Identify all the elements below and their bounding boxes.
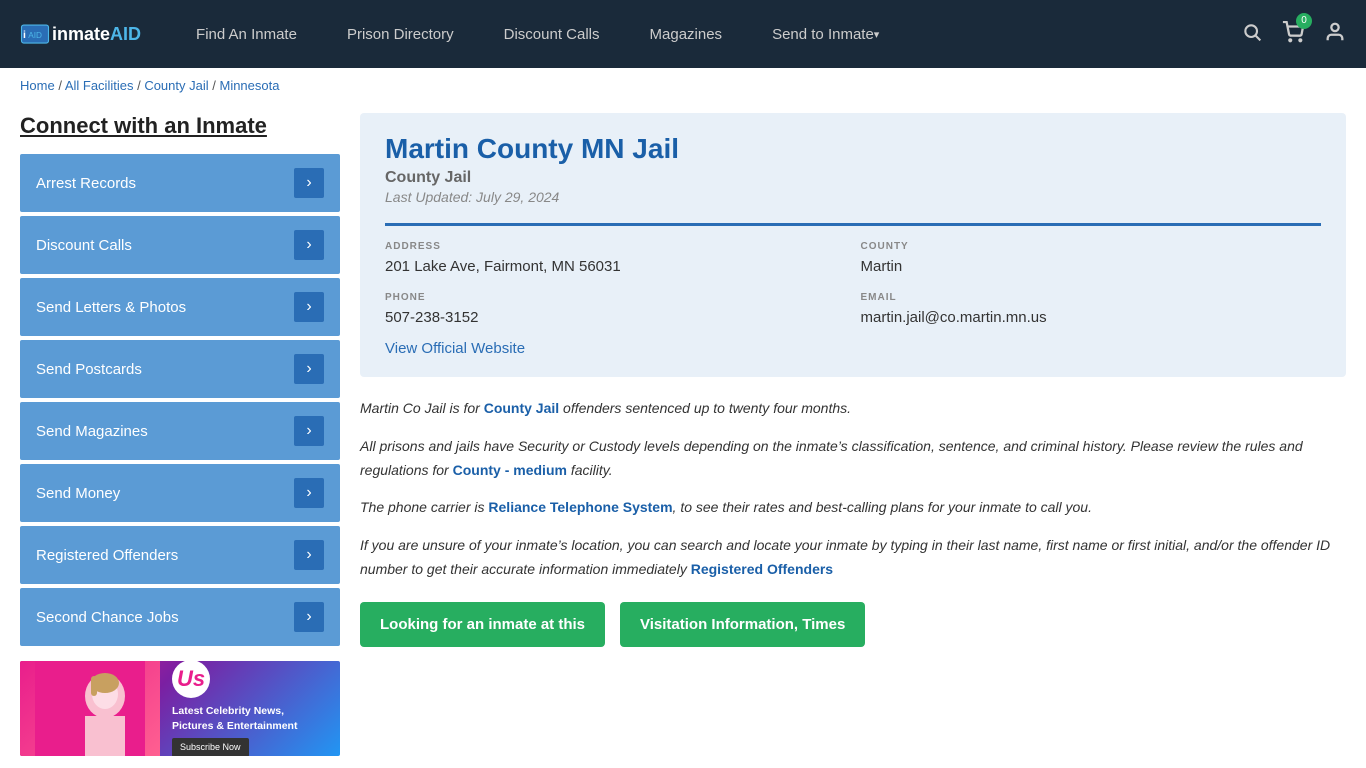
facility-info-grid: ADDRESS 201 Lake Ave, Fairmont, MN 56031… — [385, 223, 1321, 328]
sidebar-item-registered-offenders[interactable]: Registered Offenders › — [20, 526, 340, 584]
breadcrumb-county-jail[interactable]: County Jail — [144, 78, 208, 93]
sidebar-arrest-label: Arrest Records — [36, 175, 136, 192]
county-medium-link[interactable]: County - medium — [453, 462, 567, 478]
desc-p3-after: , to see their rates and best-calling pl… — [673, 499, 1092, 515]
sidebar-item-send-magazines[interactable]: Send Magazines › — [20, 402, 340, 460]
address-value: 201 Lake Ave, Fairmont, MN 56031 — [385, 256, 846, 277]
desc-p3: The phone carrier is Reliance Telephone … — [360, 496, 1346, 520]
desc-p4-text: If you are unsure of your inmate’s locat… — [360, 537, 1330, 577]
sidebar-item-second-chance[interactable]: Second Chance Jobs › — [20, 588, 340, 646]
address-label: ADDRESS — [385, 241, 846, 252]
phone-label: PHONE — [385, 292, 846, 303]
email-value: martin.jail@co.martin.mn.us — [861, 307, 1322, 328]
sidebar-arrow-6: › — [294, 540, 324, 570]
search-icon[interactable] — [1242, 22, 1262, 47]
registered-offenders-link[interactable]: Registered Offenders — [691, 561, 833, 577]
nav-prison-directory[interactable]: Prison Directory — [322, 0, 479, 68]
facility-name: Martin County MN Jail — [385, 133, 1321, 165]
nav-find-inmate[interactable]: Find An Inmate — [171, 0, 322, 68]
sidebar-magazines-label: Send Magazines — [36, 423, 148, 440]
site-header: i AID inmateAID Find An Inmate Prison Di… — [0, 0, 1366, 68]
info-address: ADDRESS 201 Lake Ave, Fairmont, MN 56031 — [385, 241, 846, 277]
desc-p1: Martin Co Jail is for County Jail offend… — [360, 397, 1346, 421]
desc-p4: If you are unsure of your inmate’s locat… — [360, 534, 1346, 582]
phone-value: 507-238-3152 — [385, 307, 846, 328]
visitation-button[interactable]: Visitation Information, Times — [620, 602, 865, 647]
facility-description: Martin Co Jail is for County Jail offend… — [360, 397, 1346, 582]
main-nav: Find An Inmate Prison Directory Discount… — [171, 0, 1242, 68]
sidebar-arrow-3: › — [294, 354, 324, 384]
sidebar-arrow-7: › — [294, 602, 324, 632]
nav-discount-calls[interactable]: Discount Calls — [479, 0, 625, 68]
sidebar-item-arrest-records[interactable]: Arrest Records › — [20, 154, 340, 212]
facility-type: County Jail — [385, 169, 1321, 187]
breadcrumb-minnesota[interactable]: Minnesota — [219, 78, 279, 93]
sidebar-item-discount-calls[interactable]: Discount Calls › — [20, 216, 340, 274]
sidebar-second-chance-label: Second Chance Jobs — [36, 609, 179, 626]
sidebar-menu: Arrest Records › Discount Calls › Send L… — [20, 154, 340, 646]
ad-image — [20, 661, 160, 756]
sidebar-arrow-5: › — [294, 478, 324, 508]
sidebar-arrow-2: › — [294, 292, 324, 322]
facility-card: Martin County MN Jail County Jail Last U… — [360, 113, 1346, 377]
breadcrumb: Home / All Facilities / County Jail / Mi… — [0, 68, 1366, 103]
ad-text-area: Us Latest Celebrity News, Pictures & Ent… — [160, 661, 340, 756]
bottom-buttons: Looking for an inmate at this Visitation… — [360, 602, 1346, 647]
reliance-link[interactable]: Reliance Telephone System — [488, 499, 672, 515]
user-icon[interactable] — [1324, 21, 1346, 48]
content-area: Martin County MN Jail County Jail Last U… — [360, 113, 1346, 756]
site-logo[interactable]: i AID inmateAID — [20, 23, 141, 45]
view-website-link[interactable]: View Official Website — [385, 340, 525, 357]
breadcrumb-all-facilities[interactable]: All Facilities — [65, 78, 134, 93]
logo-inmate-text: inmate — [52, 24, 110, 45]
svg-text:i: i — [23, 29, 26, 41]
cart-badge: 0 — [1296, 13, 1312, 29]
desc-p1-before: Martin Co Jail is for — [360, 400, 484, 416]
sidebar-money-label: Send Money — [36, 485, 120, 502]
header-icons: 0 — [1242, 21, 1346, 48]
email-label: EMAIL — [861, 292, 1322, 303]
logo-aid-text: AID — [110, 24, 141, 45]
county-label: COUNTY — [861, 241, 1322, 252]
sidebar-postcards-label: Send Postcards — [36, 361, 142, 378]
sidebar-letters-label: Send Letters & Photos — [36, 299, 186, 316]
nav-magazines[interactable]: Magazines — [625, 0, 748, 68]
breadcrumb-home[interactable]: Home — [20, 78, 55, 93]
ad-subscribe-btn[interactable]: Subscribe Now — [172, 738, 249, 756]
sidebar-arrow-0: › — [294, 168, 324, 198]
info-phone: PHONE 507-238-3152 — [385, 292, 846, 328]
sidebar-offenders-label: Registered Offenders — [36, 547, 178, 564]
sidebar-discount-label: Discount Calls — [36, 237, 132, 254]
sidebar-item-send-letters[interactable]: Send Letters & Photos › — [20, 278, 340, 336]
ad-banner[interactable]: Us Latest Celebrity News, Pictures & Ent… — [20, 661, 340, 756]
cart-icon[interactable]: 0 — [1282, 21, 1304, 48]
svg-text:AID: AID — [28, 31, 42, 40]
main-content: Connect with an Inmate Arrest Records › … — [0, 103, 1366, 766]
nav-send-to-inmate[interactable]: Send to Inmate — [747, 0, 904, 68]
desc-p2-after: facility. — [567, 462, 613, 478]
ad-us-logo: Us — [172, 661, 210, 698]
sidebar-title: Connect with an Inmate — [20, 113, 340, 139]
looking-button[interactable]: Looking for an inmate at this — [360, 602, 605, 647]
desc-p1-after: offenders sentenced up to twenty four mo… — [559, 400, 851, 416]
sidebar-arrow-4: › — [294, 416, 324, 446]
sidebar-item-send-money[interactable]: Send Money › — [20, 464, 340, 522]
info-email: EMAIL martin.jail@co.martin.mn.us — [861, 292, 1322, 328]
county-value: Martin — [861, 256, 1322, 277]
county-jail-link[interactable]: County Jail — [484, 400, 559, 416]
facility-last-updated: Last Updated: July 29, 2024 — [385, 189, 1321, 205]
sidebar-arrow-1: › — [294, 230, 324, 260]
ad-headline: Latest Celebrity News, Pictures & Entert… — [172, 704, 328, 733]
sidebar: Connect with an Inmate Arrest Records › … — [20, 113, 340, 756]
sidebar-item-send-postcards[interactable]: Send Postcards › — [20, 340, 340, 398]
info-county: COUNTY Martin — [861, 241, 1322, 277]
desc-p2: All prisons and jails have Security or C… — [360, 435, 1346, 483]
desc-p3-before: The phone carrier is — [360, 499, 488, 515]
